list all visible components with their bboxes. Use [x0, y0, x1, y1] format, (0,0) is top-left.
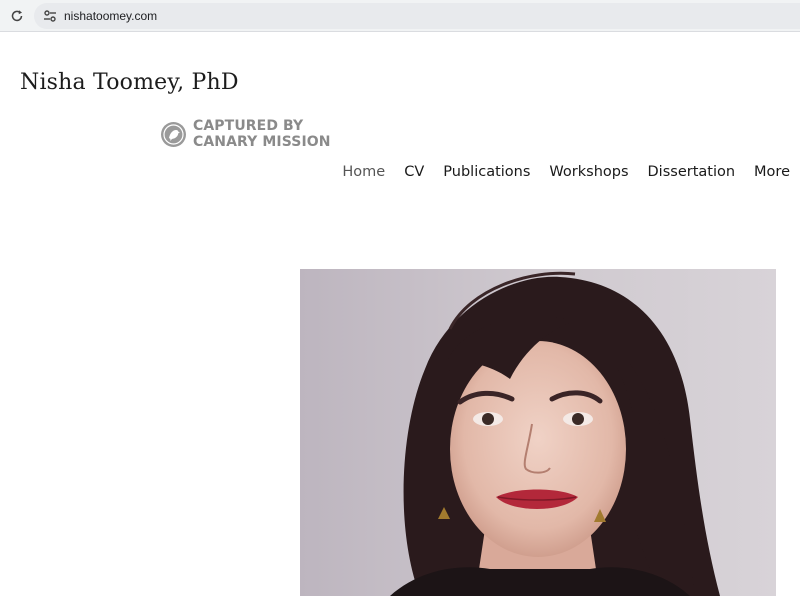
url-text[interactable]: nishatoomey.com — [64, 9, 157, 23]
nav-more[interactable]: More — [754, 164, 790, 180]
canary-bird-icon — [161, 121, 186, 147]
nav-publications[interactable]: Publications — [443, 164, 530, 180]
browser-toolbar: nishatoomey.com — [0, 0, 800, 32]
tune-icon[interactable] — [42, 8, 58, 24]
canary-mission-badge[interactable]: CAPTURED BY CANARY MISSION — [160, 116, 331, 152]
nav-dissertation[interactable]: Dissertation — [648, 164, 736, 180]
address-bar[interactable]: nishatoomey.com — [34, 3, 800, 29]
nav-workshops[interactable]: Workshops — [549, 164, 628, 180]
main-nav: Home CV Publications Workshops Dissertat… — [342, 164, 790, 180]
badge-text: CAPTURED BY CANARY MISSION — [193, 118, 331, 150]
badge-line-1: CAPTURED BY — [193, 118, 304, 134]
reload-icon[interactable] — [8, 7, 26, 25]
site-title[interactable]: Nisha Toomey, PhD — [20, 70, 239, 95]
nav-cv[interactable]: CV — [404, 164, 424, 180]
nav-home[interactable]: Home — [342, 164, 385, 180]
portrait-photo — [300, 269, 776, 596]
badge-line-2: CANARY MISSION — [193, 134, 331, 150]
